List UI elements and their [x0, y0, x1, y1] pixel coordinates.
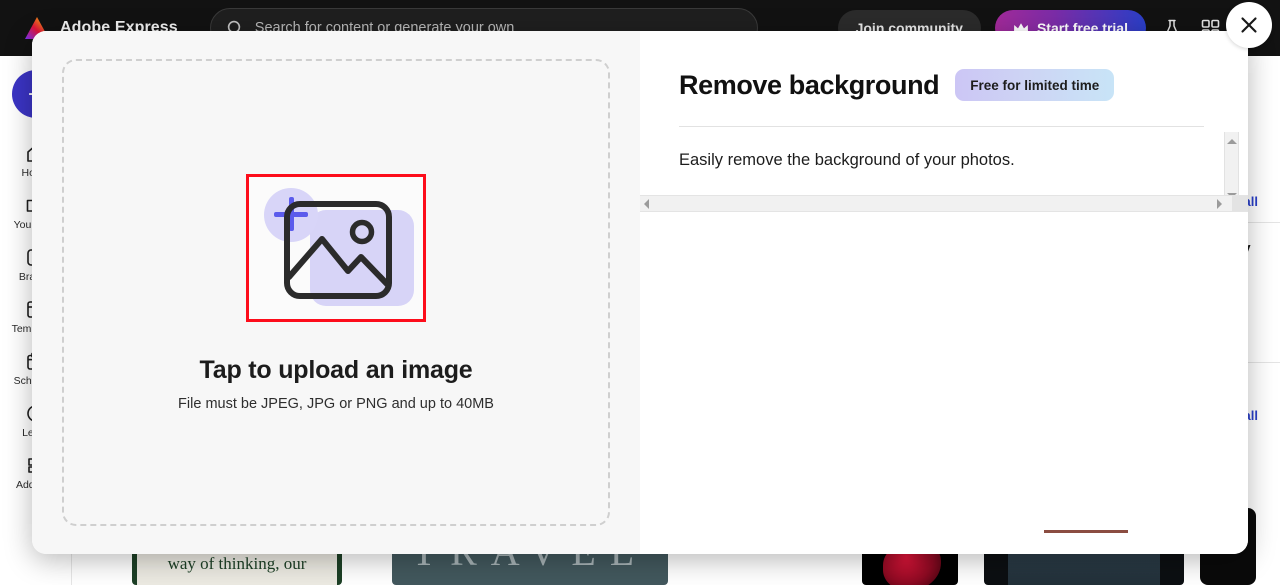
image-upload-icon [246, 173, 426, 322]
modal-info-content: Remove background Free for limited time … [640, 31, 1248, 170]
template-card-sun-strip [1044, 530, 1128, 533]
close-button[interactable] [1226, 2, 1272, 48]
modal-title: Remove background [679, 69, 940, 100]
vertical-scrollbar[interactable] [1224, 132, 1239, 204]
horizontal-scrollbar[interactable] [640, 195, 1248, 212]
screen-root: Adobe Express Search for content or gene… [0, 0, 1280, 585]
scrollbar-corner [1232, 196, 1248, 211]
modal-upload-pane: Tap to upload an image File must be JPEG… [32, 31, 640, 554]
modal-info-pane: Remove background Free for limited time … [640, 31, 1248, 554]
close-icon [1241, 17, 1257, 33]
scroll-right-arrow[interactable] [1217, 198, 1222, 209]
remove-background-modal: Tap to upload an image File must be JPEG… [32, 31, 1248, 554]
modal-title-row: Remove background Free for limited time [679, 69, 1204, 101]
upload-title: Tap to upload an image [199, 355, 473, 384]
scroll-up-arrow[interactable] [1225, 134, 1238, 148]
modal-divider [679, 126, 1204, 127]
modal-description: Easily remove the background of your pho… [679, 151, 1015, 169]
upload-dropzone[interactable]: Tap to upload an image File must be JPEG… [62, 59, 610, 526]
upload-subtitle: File must be JPEG, JPG or PNG and up to … [178, 395, 494, 412]
free-limited-time-badge: Free for limited time [955, 69, 1115, 101]
scroll-left-arrow[interactable] [644, 198, 649, 209]
picture-outline-icon [282, 199, 394, 301]
